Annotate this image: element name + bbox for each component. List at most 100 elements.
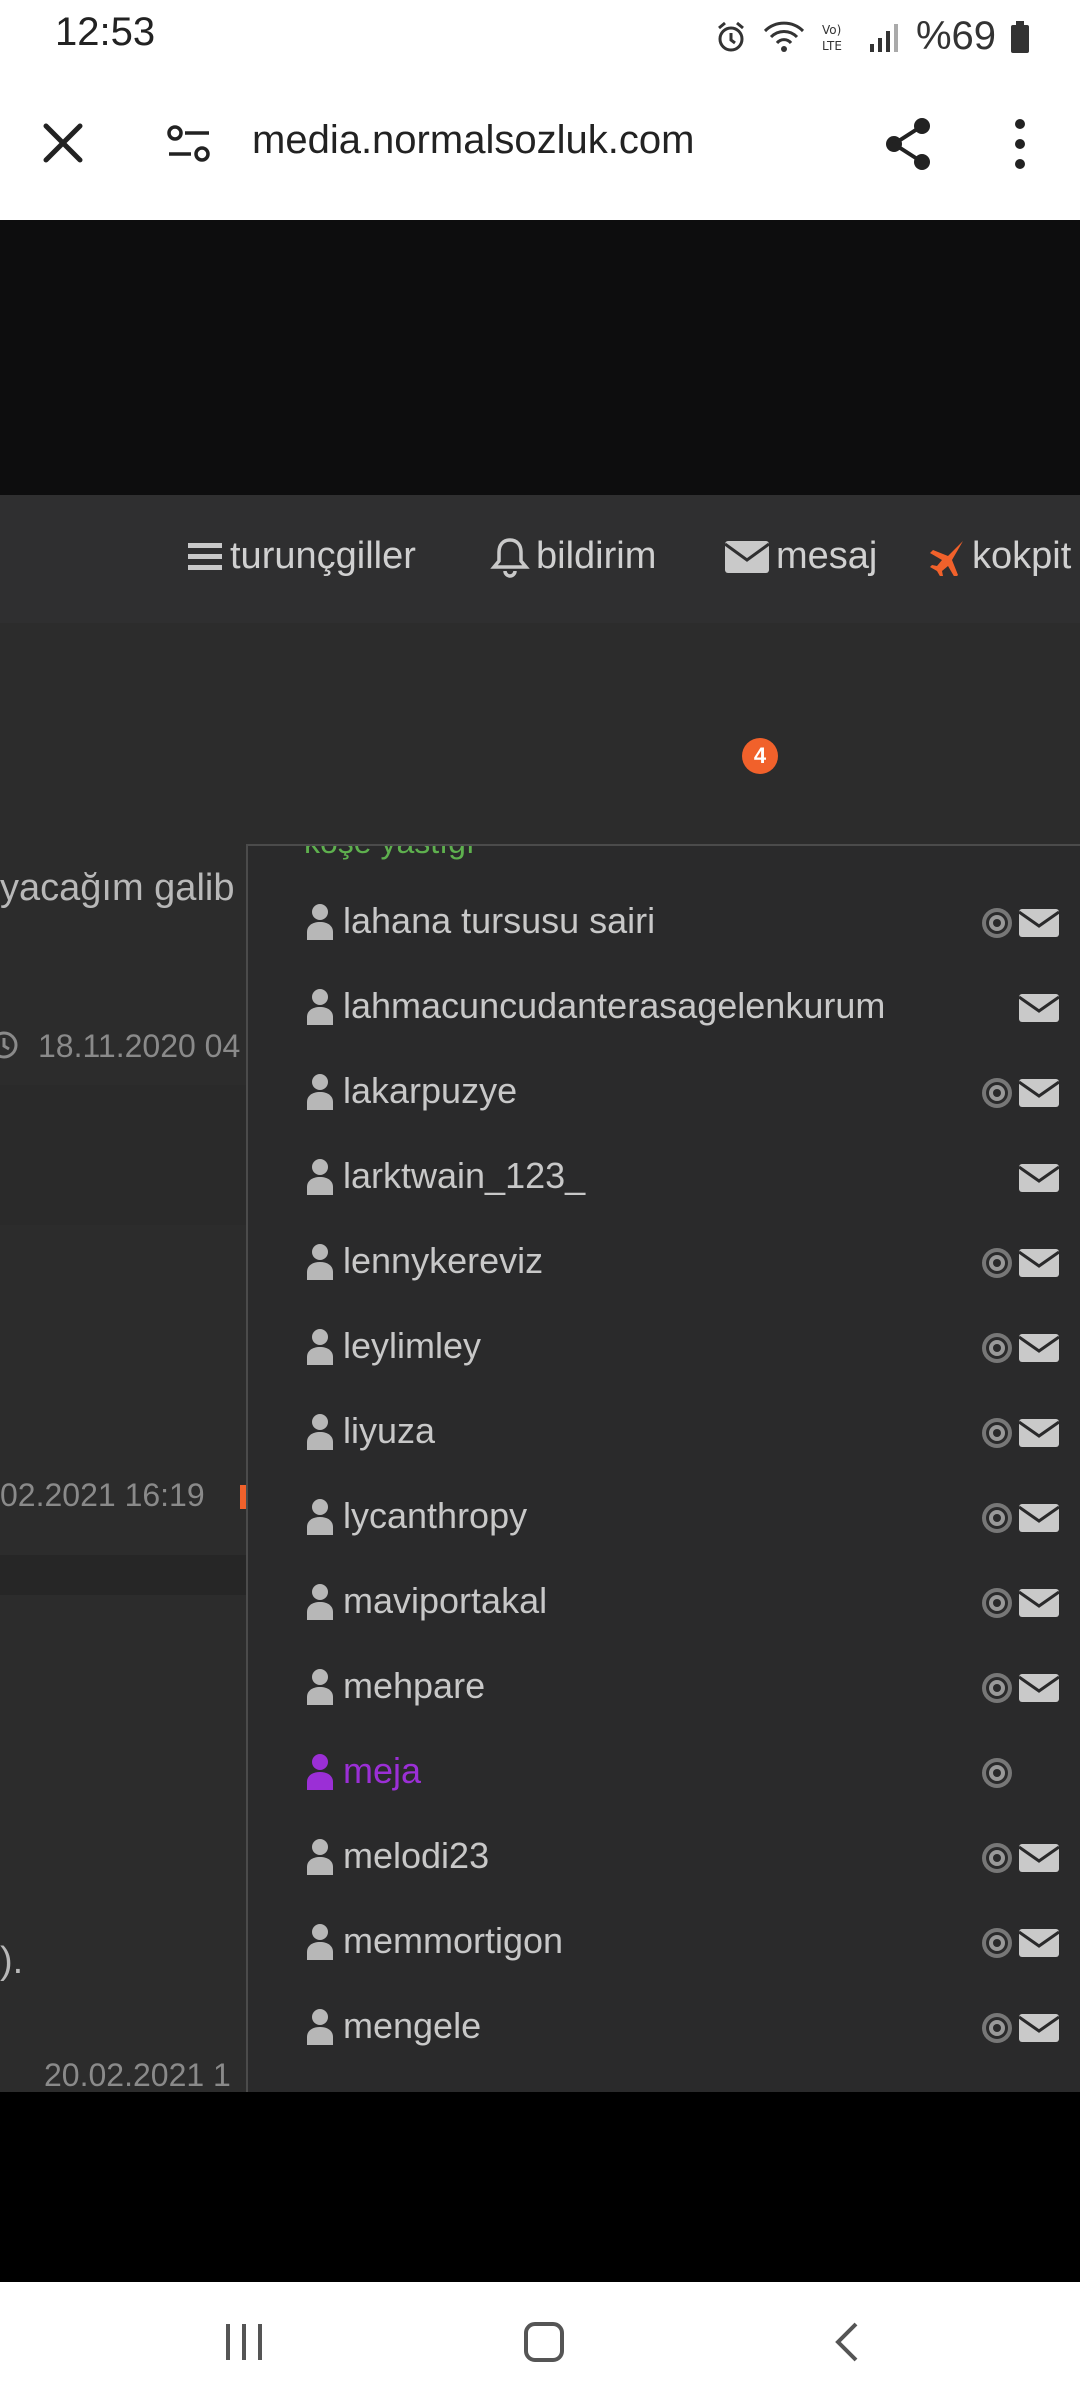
user-icon [307, 989, 333, 1025]
home-icon [524, 2322, 564, 2362]
nav-kokpit-label: kokpit [972, 535, 1072, 577]
status-time: 12:53 [55, 10, 156, 54]
user-icon [307, 1244, 333, 1280]
follow-target-icon[interactable] [980, 1926, 1014, 1960]
user-row[interactable]: mengele [248, 1987, 1080, 2072]
user-icon [307, 1329, 333, 1365]
user-icon [307, 2009, 333, 2045]
user-list-dropdown[interactable]: köşe yastığı lahana tursusu sairi lahmacu… [246, 844, 1080, 2092]
user-name[interactable]: melodi23 [343, 1835, 489, 1877]
recent-apps-icon [226, 2324, 262, 2360]
send-message-icon[interactable] [1018, 1503, 1060, 1533]
send-message-icon[interactable] [1018, 1843, 1060, 1873]
user-row[interactable]: leylimley [248, 1307, 1080, 1392]
user-name[interactable]: lakarpuzye [343, 1070, 517, 1112]
site-settings-icon [167, 125, 210, 162]
user-icon [307, 1159, 333, 1195]
url-display[interactable]: media.normalsozluk.com [252, 118, 694, 163]
user-row[interactable]: lakarpuzye [248, 1052, 1080, 1137]
battery-icon [1010, 20, 1030, 54]
follow-target-icon[interactable] [980, 1501, 1014, 1535]
follow-target-icon[interactable] [980, 1246, 1014, 1280]
site-nav: turunçgiller bildirim mesaj kokpit [0, 495, 1080, 623]
send-message-icon[interactable] [1018, 1163, 1060, 1193]
user-row[interactable]: liyuza [248, 1392, 1080, 1477]
user-name[interactable]: liyuza [343, 1410, 435, 1452]
recent-apps-button[interactable] [222, 2320, 266, 2368]
svg-text:Vo): Vo) [822, 23, 841, 37]
send-message-icon[interactable] [1018, 1588, 1060, 1618]
menu-icon [188, 542, 222, 570]
user-row[interactable]: melodi23 [248, 1817, 1080, 1902]
nav-bildirim[interactable]: bildirim [490, 535, 656, 578]
nav-kokpit[interactable]: kokpit [928, 535, 1071, 578]
nav-mesaj[interactable]: mesaj [724, 535, 877, 578]
user-name[interactable]: mercury [343, 2090, 473, 2092]
divider-band-2 [0, 1555, 250, 1595]
bell-icon [490, 537, 530, 578]
user-name[interactable]: lahana tursusu sairi [343, 900, 655, 942]
wifi-icon [762, 20, 806, 54]
user-icon [307, 1584, 333, 1620]
entry-date-2: 02.2021 16:19 [0, 1477, 205, 1513]
user-icon [307, 1839, 333, 1875]
user-icon [307, 1414, 333, 1450]
send-message-icon[interactable] [1018, 1248, 1060, 1278]
user-row[interactable]: memmortigon [248, 1902, 1080, 1987]
send-message-icon[interactable] [1018, 1928, 1060, 1958]
user-row[interactable]: lycanthropy [248, 1477, 1080, 1562]
follow-target-icon[interactable] [980, 2011, 1014, 2045]
site-settings-button[interactable] [166, 122, 212, 166]
user-name[interactable]: lahmacuncudanterasagelenkurum [343, 985, 885, 1027]
user-row[interactable]: lahmacuncudanterasagelenkurum [248, 967, 1080, 1052]
user-row[interactable]: meja [248, 1732, 1080, 1817]
follow-target-icon[interactable] [980, 1756, 1014, 1790]
share-button[interactable] [882, 116, 934, 172]
alarm-icon [714, 20, 748, 54]
home-button[interactable] [522, 2320, 566, 2368]
user-row[interactable]: lahana tursusu sairi [248, 882, 1080, 967]
send-message-icon[interactable] [1018, 1673, 1060, 1703]
partial-user-top: köşe yastığı [304, 846, 475, 861]
mail-icon [724, 540, 770, 573]
user-row[interactable]: maviportakal [248, 1562, 1080, 1647]
follow-target-icon[interactable] [980, 1076, 1014, 1110]
send-message-icon[interactable] [1018, 908, 1060, 938]
send-message-icon[interactable] [1018, 2013, 1060, 2043]
user-row[interactable]: mercury [248, 2072, 1080, 2092]
user-row[interactable]: mehpare [248, 1647, 1080, 1732]
follow-target-icon[interactable] [980, 1331, 1014, 1365]
user-name[interactable]: lycanthropy [343, 1495, 527, 1537]
status-icons: Vo) LTE %69 [714, 14, 1030, 59]
follow-target-icon[interactable] [980, 1586, 1014, 1620]
volte-icon: Vo) LTE [820, 20, 854, 54]
nav-turuncgiller[interactable]: turunçgiller [186, 535, 416, 578]
user-icon [307, 1499, 333, 1535]
more-options-button[interactable] [1004, 116, 1036, 172]
follow-target-icon[interactable] [980, 906, 1014, 940]
user-name[interactable]: leylimley [343, 1325, 481, 1367]
clock-icon [0, 1029, 20, 1065]
user-icon [307, 1924, 333, 1960]
follow-target-icon[interactable] [980, 1671, 1014, 1705]
user-name[interactable]: mehpare [343, 1665, 485, 1707]
follow-target-icon[interactable] [980, 1416, 1014, 1450]
user-icon [307, 1074, 333, 1110]
user-name[interactable]: lennykereviz [343, 1240, 543, 1282]
user-row[interactable]: lennykereviz [248, 1222, 1080, 1307]
system-navigation-bar [0, 2282, 1080, 2408]
user-name[interactable]: mengele [343, 2005, 481, 2047]
send-message-icon[interactable] [1018, 1078, 1060, 1108]
user-name[interactable]: larktwain_123_ [343, 1155, 585, 1197]
follow-target-icon[interactable] [980, 1841, 1014, 1875]
user-name[interactable]: maviportakal [343, 1580, 547, 1622]
send-message-icon[interactable] [1018, 993, 1060, 1023]
back-button[interactable] [826, 2320, 870, 2368]
user-name[interactable]: meja [343, 1750, 421, 1792]
user-row[interactable]: larktwain_123_ [248, 1137, 1080, 1222]
send-message-icon[interactable] [1018, 1418, 1060, 1448]
entry-date-3: 20.02.2021 1 [44, 2057, 231, 2092]
close-button[interactable] [38, 118, 88, 168]
send-message-icon[interactable] [1018, 1333, 1060, 1363]
user-name[interactable]: memmortigon [343, 1920, 563, 1962]
